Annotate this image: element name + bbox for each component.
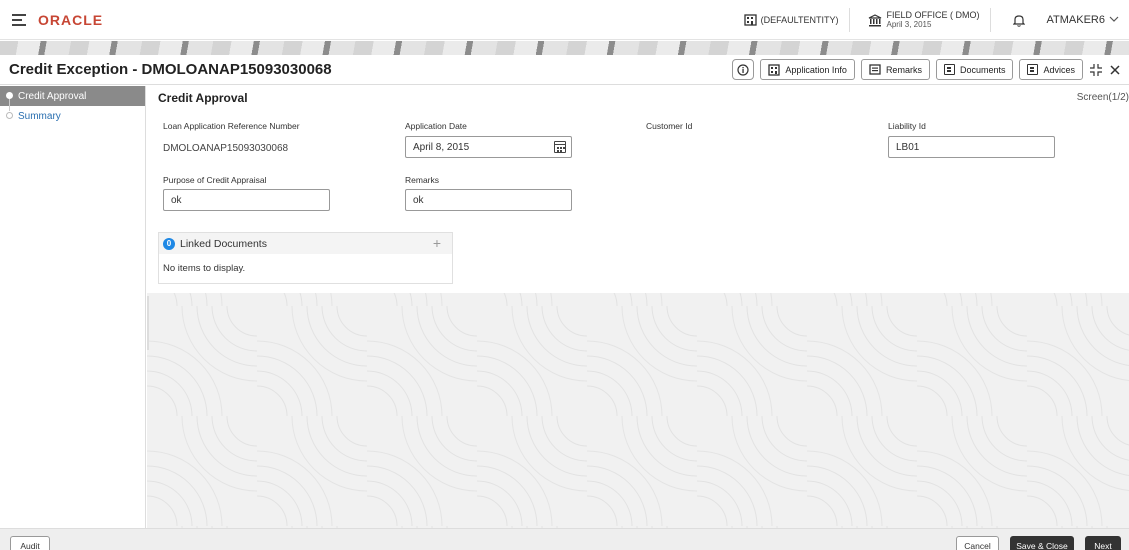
remarks-icon [869, 64, 881, 75]
page-title: Credit Exception - DMOLOANAP15093030068 [9, 61, 332, 78]
advices-icon [1027, 64, 1039, 75]
branch-name: FIELD OFFICE ( DMO) [886, 10, 980, 20]
documents-button[interactable]: Documents [935, 59, 1014, 80]
entity-selector[interactable]: (DEFAULTENTITY) [744, 8, 850, 32]
decorative-banner [0, 41, 1129, 55]
step-connector [9, 99, 10, 111]
purpose-label: Purpose of Credit Appraisal [163, 175, 267, 185]
oracle-logo: ORACLE [38, 11, 104, 28]
loan-ref-value: DMOLOANAP15093030068 [163, 143, 289, 154]
remarks-button[interactable]: Remarks [860, 59, 930, 80]
advices-label: Advices [1043, 64, 1075, 75]
save-close-button[interactable]: Save & Close [1010, 536, 1074, 550]
application-info-button[interactable]: Application Info [760, 59, 855, 80]
screen-indicator: Screen(1/2) [1076, 92, 1129, 103]
customer-id-label: Customer Id [646, 121, 693, 131]
add-icon[interactable]: + [433, 235, 441, 251]
user-menu[interactable]: ATMAKER6 [1047, 14, 1119, 26]
info-icon [737, 63, 749, 76]
close-icon[interactable] [1109, 64, 1121, 76]
info-button[interactable] [732, 59, 755, 80]
sidebar-item-summary[interactable]: Summary [0, 99, 145, 126]
application-date-value: April 8, 2015 [413, 141, 470, 153]
next-button[interactable]: Next [1085, 536, 1121, 550]
linked-documents-header: 0 Linked Documents + [159, 233, 452, 254]
sidebar-item-label: Summary [18, 110, 61, 122]
loan-ref-label: Loan Application Reference Number [163, 121, 300, 131]
building-icon [768, 63, 781, 76]
credit-approval-panel: Credit Approval Screen(1/2) Loan Applica… [147, 86, 1129, 293]
documents-label: Documents [959, 64, 1006, 75]
linked-documents-count: 0 [163, 237, 175, 250]
branch-selector[interactable]: FIELD OFFICE ( DMO) April 3, 2015 [858, 8, 991, 32]
liability-id-value: LB01 [896, 141, 920, 153]
hamburger-menu-icon[interactable] [12, 13, 26, 26]
sidebar-item-label: Credit Approval [18, 90, 87, 102]
entity-label: (DEFAULTENTITY) [760, 15, 839, 25]
notification-bell-icon[interactable] [999, 14, 1039, 27]
top-bar: ORACLE (DEFAULTENTITY) FIELD OFFICE ( DM… [0, 0, 1129, 40]
linked-documents-card: 0 Linked Documents + No items to display… [158, 232, 453, 284]
collapse-icon[interactable] [1089, 63, 1103, 77]
footer: Audit Cancel Save & Close Next [0, 528, 1129, 550]
bank-icon [868, 13, 881, 26]
audit-button[interactable]: Audit [10, 536, 50, 550]
application-date-field[interactable]: April 8, 2015 [405, 136, 572, 158]
remarks-value: ok [413, 194, 424, 206]
advices-button[interactable]: Advices [1019, 59, 1083, 80]
building-icon [744, 14, 757, 26]
liability-id-field[interactable]: LB01 [888, 136, 1055, 158]
splitter-handle[interactable] [147, 296, 149, 350]
remarks-label: Remarks [405, 175, 440, 185]
purpose-field[interactable]: ok [163, 189, 330, 211]
cancel-button[interactable]: Cancel [956, 536, 999, 550]
section-title: Credit Approval [158, 91, 248, 105]
application-date-label: Application Date [405, 121, 467, 131]
branch-date: April 3, 2015 [886, 20, 932, 29]
step-dot-icon [6, 92, 13, 99]
application-info-label: Application Info [785, 64, 847, 75]
documents-icon [943, 64, 955, 75]
page-header: Credit Exception - DMOLOANAP15093030068 … [0, 55, 1129, 85]
user-name: ATMAKER6 [1046, 14, 1105, 26]
sidebar: Credit Approval Summary [0, 86, 146, 528]
remarks-field[interactable]: ok [405, 189, 572, 211]
empty-message: No items to display. [163, 263, 246, 274]
liability-id-label: Liability Id [888, 121, 926, 131]
purpose-value: ok [171, 194, 182, 206]
step-dot-icon [6, 112, 13, 119]
remarks-label: Remarks [885, 64, 922, 75]
chevron-down-icon [1109, 14, 1119, 26]
linked-documents-title: Linked Documents [180, 237, 267, 250]
calendar-icon[interactable] [554, 141, 566, 153]
sidebar-item-credit-approval[interactable]: Credit Approval [0, 86, 145, 106]
